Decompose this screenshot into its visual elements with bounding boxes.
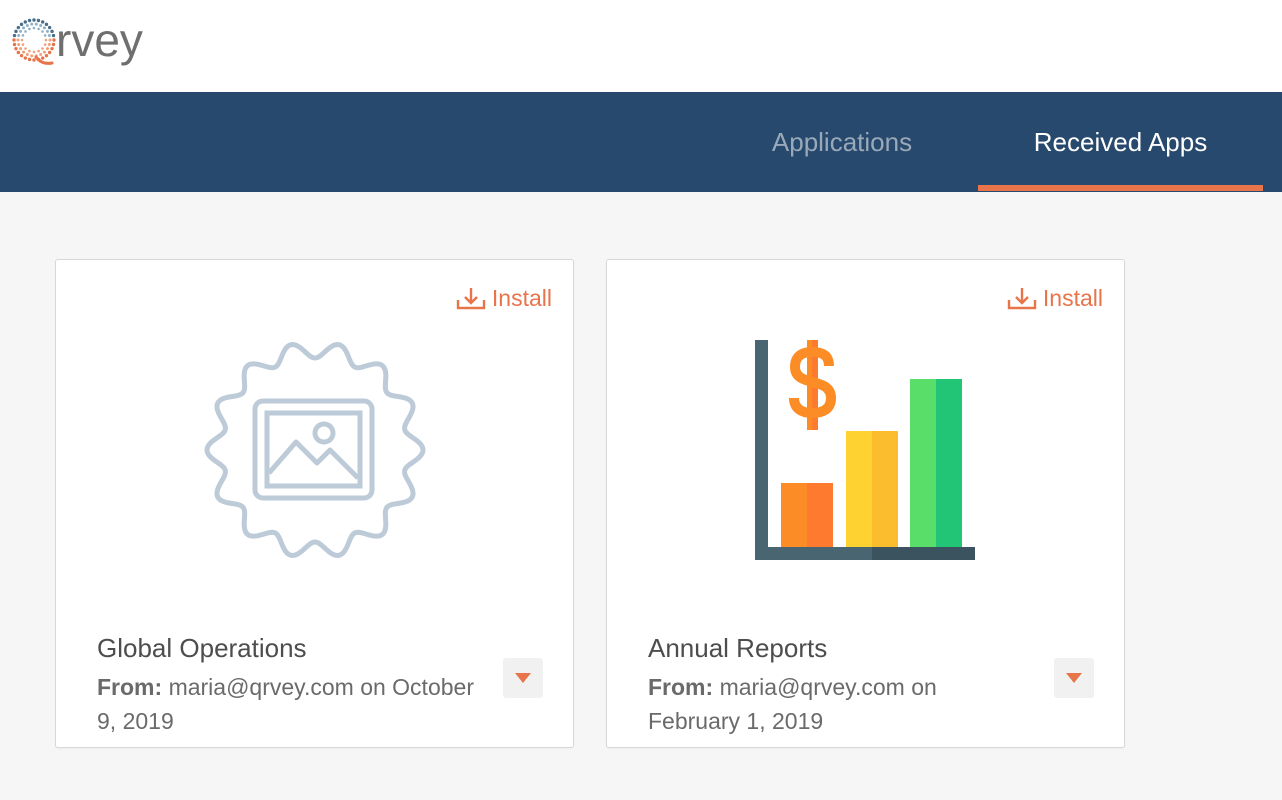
placeholder-image-badge-icon <box>203 342 426 558</box>
tab-received-apps[interactable]: Received Apps <box>978 92 1263 192</box>
caret-down-icon <box>515 673 531 683</box>
card-meta: From: maria@qrvey.com on October 9, 2019 <box>97 670 497 738</box>
app-image <box>607 340 1124 562</box>
app-card-global-operations[interactable]: Install Global Operations From: maria@qr… <box>55 259 574 748</box>
install-button[interactable]: Install <box>1007 285 1103 312</box>
bar-chart-dollar-icon <box>754 340 975 560</box>
app-card-annual-reports[interactable]: Install Annual Reports From: maria@qrvey… <box>606 259 1125 748</box>
install-label: Install <box>1042 285 1103 311</box>
top-bar: rvey <box>0 0 1282 92</box>
card-menu-button[interactable] <box>1054 658 1094 698</box>
app-image <box>56 338 573 568</box>
card-meta: From: maria@qrvey.com on February 1, 201… <box>648 670 978 738</box>
install-label: Install <box>491 285 552 311</box>
active-tab-indicator <box>978 185 1263 191</box>
download-icon <box>456 287 486 309</box>
card-title: Global Operations <box>97 633 307 663</box>
from-label: From: <box>648 674 714 700</box>
install-button[interactable]: Install <box>456 285 552 312</box>
qrvey-logo-mark-icon <box>12 18 56 65</box>
card-menu-button[interactable] <box>503 658 543 698</box>
logo-text: rvey <box>56 14 143 66</box>
tab-applications-label: Applications <box>771 126 913 157</box>
from-label: From: <box>97 674 163 700</box>
qrvey-logo[interactable]: rvey <box>12 14 143 68</box>
tab-received-apps-label: Received Apps <box>1033 126 1208 157</box>
tab-applications[interactable]: Applications <box>740 92 944 192</box>
main-navigation: Applications Received Apps <box>0 92 1282 192</box>
download-icon <box>1007 287 1037 309</box>
caret-down-icon <box>1066 673 1082 683</box>
card-title: Annual Reports <box>648 633 828 663</box>
